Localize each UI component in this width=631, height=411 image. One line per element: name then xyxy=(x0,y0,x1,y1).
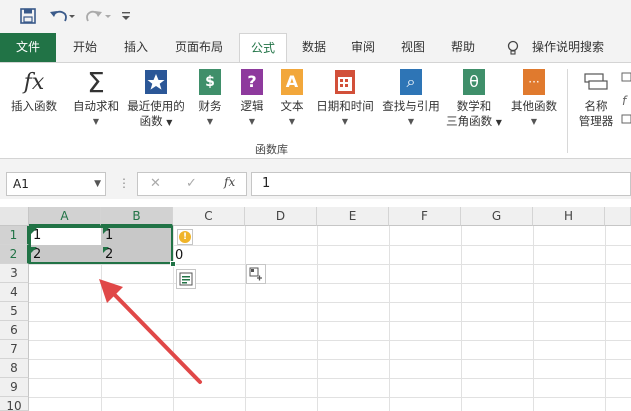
column-header-e[interactable]: E xyxy=(317,207,389,226)
tab-page-layout[interactable]: 页面布局 xyxy=(164,33,234,62)
lookup-button[interactable]: ⌕ 查找与引用 ▼ xyxy=(380,69,442,129)
gridline xyxy=(389,226,390,411)
name-manager-button[interactable]: 名称 管理器 xyxy=(572,69,620,129)
column-header-d[interactable]: D xyxy=(245,207,317,226)
quick-access-toolbar xyxy=(0,0,631,33)
gridline xyxy=(245,226,246,411)
row-header-10[interactable]: 10 xyxy=(0,397,29,411)
autosum-button[interactable]: Σ 自动求和 ▼ xyxy=(68,65,124,129)
error-indicator-icon xyxy=(103,247,109,253)
more-functions-button[interactable]: ··· 其他函数 ▼ xyxy=(506,69,562,129)
ribbon-tabs: 文件 开始 插入 页面布局 公式 数据 审阅 视图 帮助 操作说明搜索 xyxy=(0,33,631,63)
row-header-1[interactable]: 1 xyxy=(0,226,29,245)
column-header-f[interactable]: F xyxy=(389,207,461,226)
column-header-g[interactable]: G xyxy=(461,207,533,226)
tab-view[interactable]: 视图 xyxy=(392,33,434,62)
column-header-c[interactable]: C xyxy=(173,207,245,226)
gridline xyxy=(317,226,318,411)
tell-me-search[interactable]: 操作说明搜索 xyxy=(528,33,608,62)
save-icon[interactable] xyxy=(18,6,38,26)
cell-c2[interactable]: 0 xyxy=(173,246,183,265)
tab-data[interactable]: 数据 xyxy=(293,33,335,62)
name-manager-icon xyxy=(583,69,609,95)
text-button[interactable]: A 文本 ▼ xyxy=(274,69,310,129)
active-cell xyxy=(31,228,101,245)
ribbon-formulas: fx 插入函数 Σ 自动求和 ▼ 最近使用的 函数 ▼ $ 财务 ▼ ? 逻辑 … xyxy=(0,62,631,159)
name-tools-partial[interactable]: f xyxy=(620,69,631,129)
row-header-7[interactable]: 7 xyxy=(0,340,29,359)
function-library-group-label: 函数库 xyxy=(255,143,288,156)
row-header-6[interactable]: 6 xyxy=(0,321,29,340)
tab-insert[interactable]: 插入 xyxy=(114,33,158,62)
star-icon xyxy=(143,69,169,95)
calendar-icon xyxy=(332,69,358,95)
gridline xyxy=(461,226,462,411)
formula-bar-grip[interactable]: ⋮ xyxy=(118,176,130,190)
gridline xyxy=(533,226,534,411)
datetime-button[interactable]: 日期和时间 ▼ xyxy=(312,69,378,129)
chevron-down-icon[interactable]: ▼ xyxy=(94,173,101,195)
name-box[interactable]: A1 ▼ xyxy=(6,172,106,196)
math-trig-button[interactable]: θ 数学和 三角函数 ▼ xyxy=(444,69,504,130)
theta-icon: θ xyxy=(461,69,487,95)
gridline xyxy=(29,264,631,265)
cancel-icon[interactable]: ✕ xyxy=(150,176,161,191)
fx-icon: fx xyxy=(23,69,45,95)
insert-function-button[interactable]: fx 插入函数 xyxy=(6,69,62,114)
more-functions-icon: ··· xyxy=(521,69,547,95)
tab-review[interactable]: 审阅 xyxy=(342,33,384,62)
logical-icon: ? xyxy=(239,69,265,95)
column-header-b[interactable]: B xyxy=(101,207,173,226)
annotation-arrow xyxy=(99,279,202,384)
tab-home[interactable]: 开始 xyxy=(62,33,108,62)
insert-function-icon[interactable]: fx xyxy=(224,175,235,189)
tab-help[interactable]: 帮助 xyxy=(442,33,484,62)
svg-text:f: f xyxy=(622,94,628,108)
row-header-3[interactable]: 3 xyxy=(0,264,29,283)
row-header-5[interactable]: 5 xyxy=(0,302,29,321)
sigma-icon: Σ xyxy=(87,65,105,99)
column-header-partial[interactable] xyxy=(605,207,631,226)
ribbon-separator xyxy=(567,69,568,153)
column-header-h[interactable]: H xyxy=(533,207,605,226)
logical-button[interactable]: ? 逻辑 ▼ xyxy=(234,69,270,129)
enter-icon[interactable]: ✓ xyxy=(186,176,197,191)
worksheet-grid[interactable]: A B C D E F G H 1 2 3 4 5 6 7 8 9 10 1 1… xyxy=(0,207,631,411)
financial-icon: $ xyxy=(197,69,223,95)
formula-input[interactable]: 1 xyxy=(251,172,631,196)
row-header-4[interactable]: 4 xyxy=(0,283,29,302)
financial-button[interactable]: $ 财务 ▼ xyxy=(190,69,230,129)
column-header-a[interactable]: A xyxy=(29,207,101,226)
formula-bar: A1 ▼ ⋮ ✕ ✓ fx 1 xyxy=(0,169,631,199)
customize-qat-icon[interactable] xyxy=(118,6,134,26)
gridline xyxy=(29,397,631,398)
error-indicator-icon xyxy=(31,247,37,253)
undo-icon[interactable] xyxy=(48,6,76,26)
error-indicator-icon xyxy=(103,228,109,234)
warning-icon: ! xyxy=(179,231,191,243)
gridline xyxy=(605,226,606,411)
redo-icon[interactable] xyxy=(84,6,112,26)
lightbulb-icon[interactable] xyxy=(503,33,523,62)
ribbon-gap xyxy=(0,159,631,169)
text-icon: A xyxy=(279,69,305,95)
lookup-icon: ⌕ xyxy=(398,69,424,95)
row-header-9[interactable]: 9 xyxy=(0,378,29,397)
row-header-8[interactable]: 8 xyxy=(0,359,29,378)
chevron-down-icon: ▼ xyxy=(92,117,100,126)
quick-analysis-icon[interactable] xyxy=(246,264,266,284)
error-indicator-icon xyxy=(31,228,37,234)
recently-used-button[interactable]: 最近使用的 函数 ▼ xyxy=(125,69,187,130)
select-all-corner[interactable] xyxy=(0,207,29,226)
formula-bar-buttons: ✕ ✓ fx xyxy=(137,172,247,196)
tab-formulas[interactable]: 公式 xyxy=(239,33,287,63)
row-header-2[interactable]: 2 xyxy=(0,245,29,264)
warning-smart-tag[interactable]: ! xyxy=(177,229,193,245)
tab-file[interactable]: 文件 xyxy=(0,33,56,62)
